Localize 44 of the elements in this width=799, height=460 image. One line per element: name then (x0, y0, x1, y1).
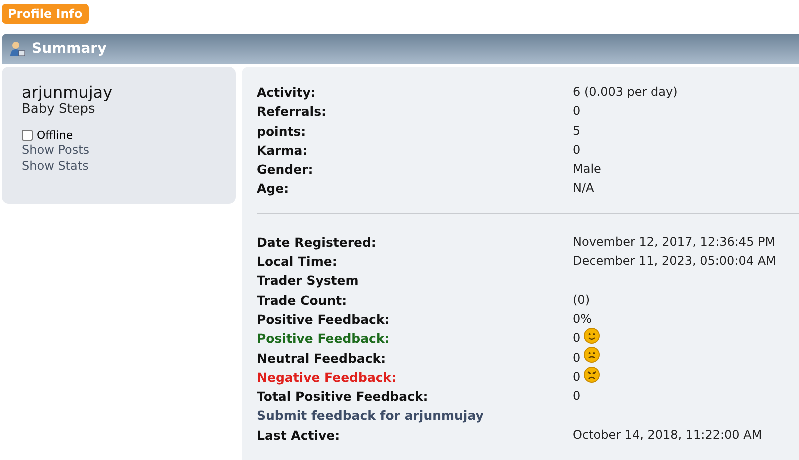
neutral-face-icon (584, 347, 600, 364)
field-label: Trader System (257, 272, 360, 290)
field-value: 0 (573, 142, 581, 159)
field-value: November 12, 2017, 12:36:45 PM (573, 234, 776, 251)
field-label: Local Time: (257, 253, 338, 272)
field-value: 0 (573, 103, 581, 120)
profile-link[interactable]: Show Stats (22, 158, 89, 174)
field-value: N/A (573, 180, 594, 198)
field-value: (0) (573, 292, 590, 309)
angry-face-icon (584, 366, 600, 382)
field-label: Activity: (257, 84, 317, 102)
field-label: Age: (257, 180, 290, 198)
field-value: 0 (573, 330, 581, 348)
field-label: Neutral Feedback: (257, 350, 388, 368)
field-value: October 14, 2018, 11:22:00 AM (573, 426, 762, 444)
status-label: Offline (37, 129, 74, 142)
field-label: points: (257, 122, 308, 141)
smiley-icon (584, 328, 600, 344)
field-label: Positive Feedback: (257, 310, 391, 329)
user-icon (10, 41, 26, 57)
section-title: Summary (32, 41, 107, 57)
field-label: Total Positive Feedback: (257, 388, 430, 406)
field-value: 0 (573, 388, 581, 406)
field-label: Negative Feedback: (257, 368, 398, 387)
field-value: December 11, 2023, 05:00:04 AM (573, 253, 776, 270)
field-value: 6 (0.003 per day) (573, 84, 678, 101)
username: arjunmujay (22, 83, 114, 102)
field-label: Last Active: (257, 426, 342, 445)
field-value: 0 (573, 350, 581, 367)
status-checkbox[interactable] (22, 130, 33, 141)
field-label: Karma: (257, 142, 309, 160)
field-label: Date Registered: (257, 234, 378, 252)
profile-link[interactable]: Show Posts (22, 142, 90, 158)
user-rank: Baby Steps (22, 102, 96, 117)
field-value: 0% (573, 310, 592, 328)
field-value: 0 (573, 368, 581, 386)
field-label: Referrals: (257, 103, 328, 122)
field-label: Trade Count: (257, 292, 348, 310)
field-label: Positive Feedback: (257, 330, 391, 348)
field-label: Gender: (257, 161, 314, 180)
field-value: 5 (573, 122, 581, 140)
profile-info-badge: Profile Info (2, 4, 89, 24)
feedback-link[interactable]: Submit feedback for arjunmujay (257, 406, 573, 426)
field-value: Male (573, 161, 602, 178)
